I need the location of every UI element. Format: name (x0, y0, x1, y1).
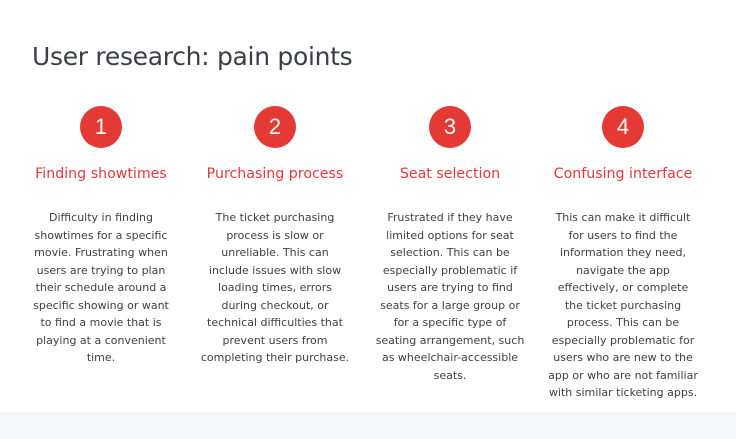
pain-point-heading-2: Purchasing process (206, 166, 344, 182)
pain-point-3: 3 Seat selection Frustrated if they have… (362, 106, 538, 384)
number-badge-1: 1 (80, 106, 122, 148)
pain-point-heading-4: Confusing interface (553, 166, 693, 182)
number-badge-3: 3 (429, 106, 471, 148)
pain-point-body-1: Difficulty in finding showtimes for a sp… (33, 211, 169, 364)
pain-point-body-3: Frustrated if they have limited options … (375, 211, 525, 382)
slide: User research: pain points 1 Finding sho… (0, 0, 736, 412)
pain-point-heading-3: Seat selection (399, 166, 501, 182)
pain-point-4: 4 Confusing interface This can make it d… (535, 106, 711, 402)
pain-point-2: 2 Purchasing process The ticket purchasi… (187, 106, 363, 367)
pain-point-heading-1: Finding showtimes (35, 166, 167, 182)
number-badge-2: 2 (254, 106, 296, 148)
page-title: User research: pain points (32, 42, 353, 71)
pain-point-body-4: This can make it difficult for users to … (548, 211, 698, 399)
pain-point-body-2: The ticket purchasing process is slow or… (200, 211, 350, 364)
pain-point-1: 1 Finding showtimes Difficulty in findin… (13, 106, 189, 367)
number-badge-4: 4 (602, 106, 644, 148)
